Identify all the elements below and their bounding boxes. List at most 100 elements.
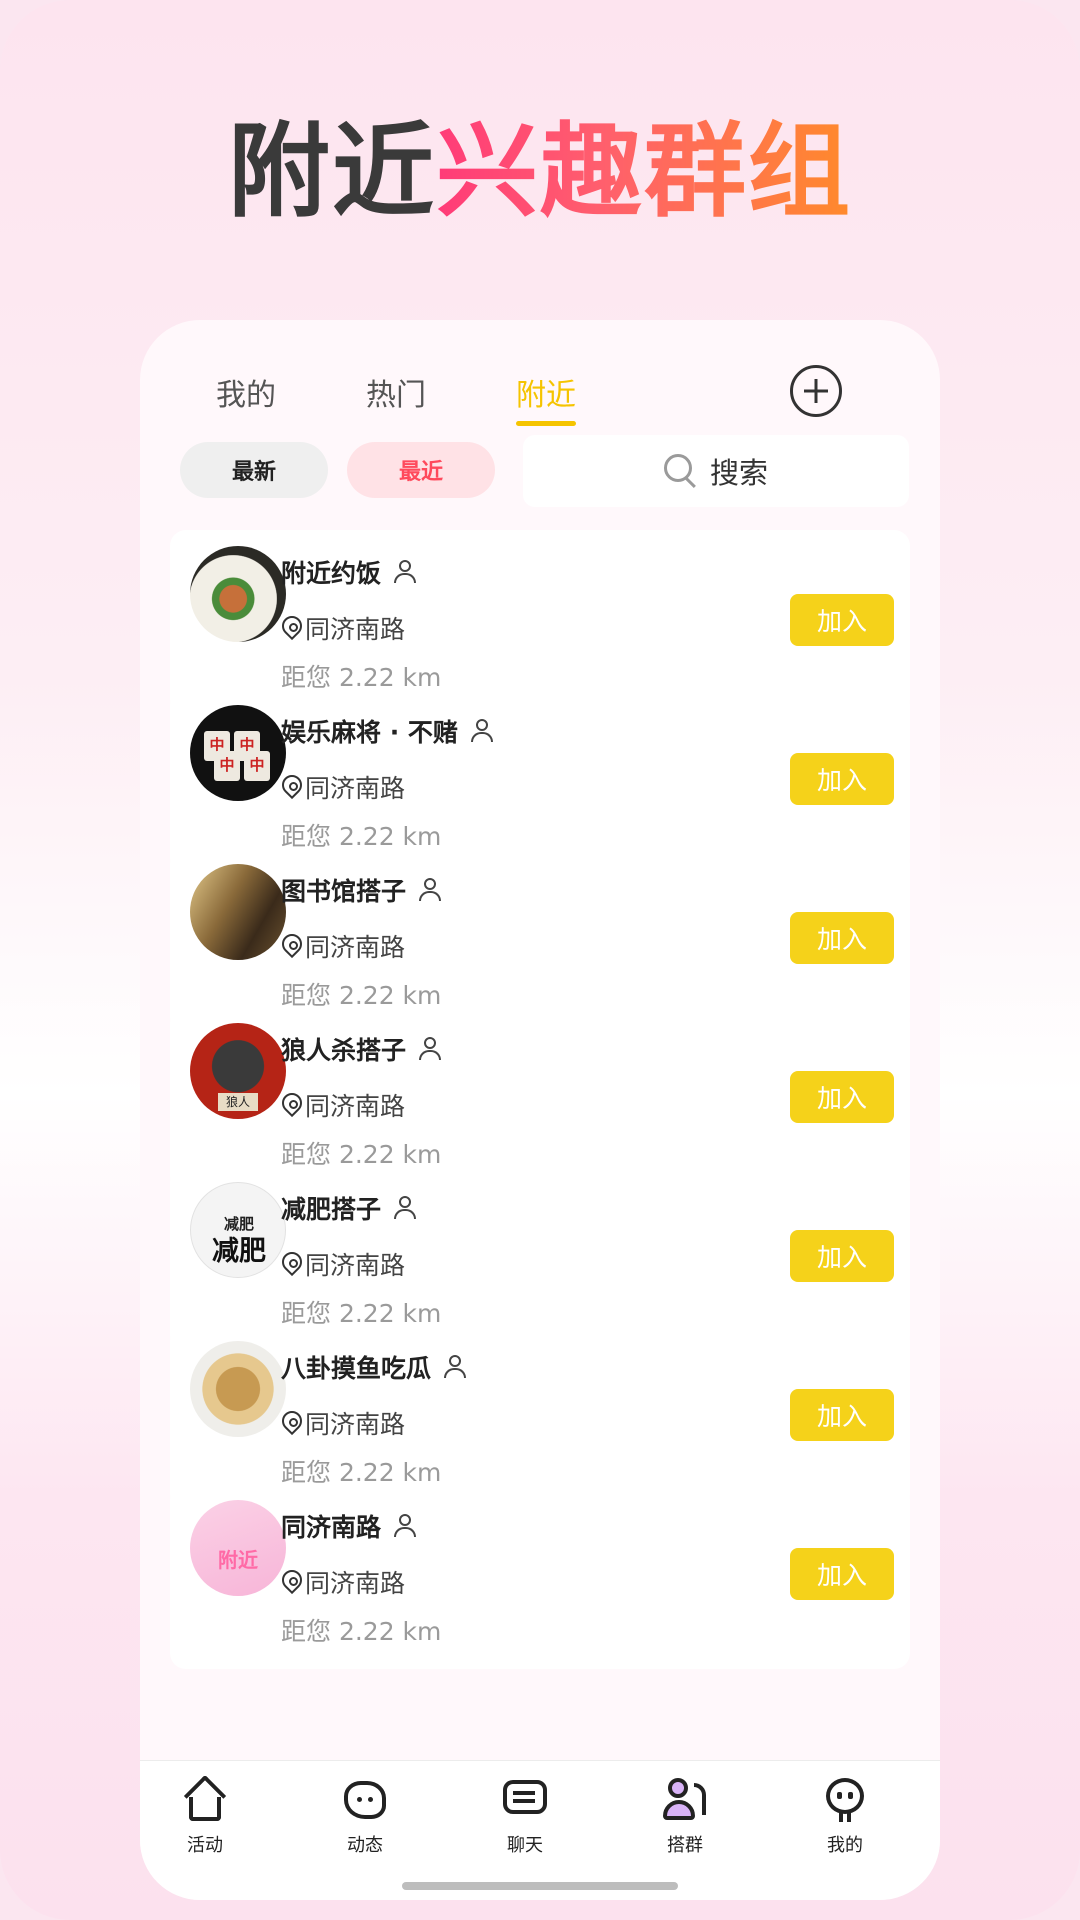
headline-part1: 附近 [228,113,436,232]
group-list[interactable]: 附近约饭 同济南路 距您 2.22 km 加入 娱乐麻将 [170,530,910,1755]
group-location-text: 同济南路 [305,774,406,803]
group-distance: 距您 2.22 km [281,1617,442,1646]
promo-canvas: 附近兴趣群组 我的 热门 附近 最新 最近 搜索 附近约饭 同济南路 距您 2.… [0,0,1080,1920]
promo-headline: 附近兴趣群组 [0,112,1080,234]
person-icon [470,719,494,743]
filter-newest-button[interactable]: 最新 [180,442,328,498]
location-pin-icon [281,1092,303,1118]
search-box[interactable]: 搜索 [523,435,909,507]
add-group-icon[interactable] [790,365,842,417]
nav-profile[interactable]: 我的 [805,1775,885,1857]
location-pin-icon [281,774,303,800]
nav-feed[interactable]: 动态 [325,1775,405,1857]
person-icon [393,1514,417,1538]
group-card[interactable]: 减肥 减肥 减肥搭子 同济南路 距您 2.22 km 加入 [170,1166,910,1351]
join-button[interactable]: 加入 [790,1071,894,1123]
headline-part2: 兴趣群组 [436,113,852,232]
group-location-text: 同济南路 [305,933,406,962]
join-button[interactable]: 加入 [790,1230,894,1282]
home-icon [180,1775,230,1825]
avatar-label: 狼人 [218,1093,258,1111]
join-button[interactable]: 加入 [790,912,894,964]
nav-chat[interactable]: 聊天 [485,1775,565,1857]
group-location-text: 同济南路 [305,1569,406,1598]
join-button[interactable]: 加入 [790,594,894,646]
group-name: 狼人杀搭子 [281,1036,407,1065]
group-location-text: 同济南路 [305,1251,406,1280]
group-name: 八卦摸鱼吃瓜 [281,1354,432,1383]
group-name-row: 娱乐麻将 · 不赌 [281,713,494,749]
chat-icon [500,1775,550,1825]
group-avatar-gossip [190,1341,286,1437]
group-card[interactable]: 附近约饭 同济南路 距您 2.22 km 加入 [170,530,910,715]
group-avatar-food [190,546,286,642]
nav-groups[interactable]: 搭群 [645,1775,725,1857]
nav-label: 动态 [347,1835,383,1856]
group-location-text: 同济南路 [305,1092,406,1121]
group-location: 同济南路 [281,1405,405,1441]
feed-icon [340,1775,390,1825]
group-name: 附近约饭 [281,559,382,588]
group-avatar-mahjong [190,705,286,801]
nav-label: 搭群 [667,1835,703,1856]
location-pin-icon [281,1569,303,1595]
filter-nearest-button[interactable]: 最近 [347,442,495,498]
group-avatar-nearby: 附近 [190,1500,286,1596]
tab-hot[interactable]: 热门 [366,370,426,414]
nav-activity[interactable]: 活动 [165,1775,245,1857]
join-button[interactable]: 加入 [790,753,894,805]
avatar-label-big: 减肥 [212,1236,266,1267]
group-name-row: 减肥搭子 [281,1190,417,1226]
group-avatar-library [190,864,286,960]
search-label: 搜索 [709,456,768,490]
group-icon [660,1775,710,1825]
group-card[interactable]: 狼人 狼人杀搭子 同济南路 距您 2.22 km 加入 [170,1007,910,1192]
group-location: 同济南路 [281,1087,405,1123]
avatar-label: 附近 [218,1548,258,1572]
group-location: 同济南路 [281,928,405,964]
group-name: 图书馆搭子 [281,877,407,906]
group-card[interactable]: 附近 同济南路 同济南路 距您 2.22 km 加入 [170,1484,910,1669]
nav-label: 聊天 [507,1835,543,1856]
group-location-text: 同济南路 [305,615,406,644]
nav-label: 活动 [187,1835,223,1856]
top-tabs: 我的 热门 附近 [140,350,940,430]
location-pin-icon [281,1410,303,1436]
join-button[interactable]: 加入 [790,1548,894,1600]
group-name-row: 八卦摸鱼吃瓜 [281,1349,467,1385]
profile-icon [820,1775,870,1825]
bottom-tab-bar: 活动 动态 聊天 搭群 我的 [140,1760,940,1900]
group-avatar-fitness: 减肥 减肥 [190,1182,286,1278]
group-location: 同济南路 [281,610,405,646]
location-pin-icon [281,615,303,641]
group-location: 同济南路 [281,1246,405,1282]
phone-screen: 我的 热门 附近 最新 最近 搜索 附近约饭 同济南路 距您 2.22 km 加… [140,320,940,1900]
mahjong-tile [244,751,270,781]
group-name: 娱乐麻将 · 不赌 [281,718,458,747]
location-pin-icon [281,1251,303,1277]
join-button[interactable]: 加入 [790,1389,894,1441]
group-name: 减肥搭子 [281,1195,382,1224]
person-icon [443,1355,467,1379]
group-name-row: 图书馆搭子 [281,872,442,908]
home-indicator [402,1882,678,1890]
group-location: 同济南路 [281,769,405,805]
group-name-row: 狼人杀搭子 [281,1031,442,1067]
tab-nearby[interactable]: 附近 [516,370,576,426]
group-card[interactable]: 图书馆搭子 同济南路 距您 2.22 km 加入 [170,848,910,1033]
person-icon [393,1196,417,1220]
group-name: 同济南路 [281,1513,382,1542]
group-card[interactable]: 八卦摸鱼吃瓜 同济南路 距您 2.22 km 加入 [170,1325,910,1510]
mahjong-tile [214,751,240,781]
group-card[interactable]: 娱乐麻将 · 不赌 同济南路 距您 2.22 km 加入 [170,689,910,874]
person-icon [418,878,442,902]
filter-bar: 最新 最近 搜索 [140,430,940,520]
location-pin-icon [281,933,303,959]
nav-label: 我的 [827,1835,863,1856]
person-icon [418,1037,442,1061]
group-name-row: 附近约饭 [281,554,417,590]
search-icon [663,454,698,488]
tab-mine[interactable]: 我的 [216,370,276,414]
group-avatar-werewolf: 狼人 [190,1023,286,1119]
group-name-row: 同济南路 [281,1508,417,1544]
